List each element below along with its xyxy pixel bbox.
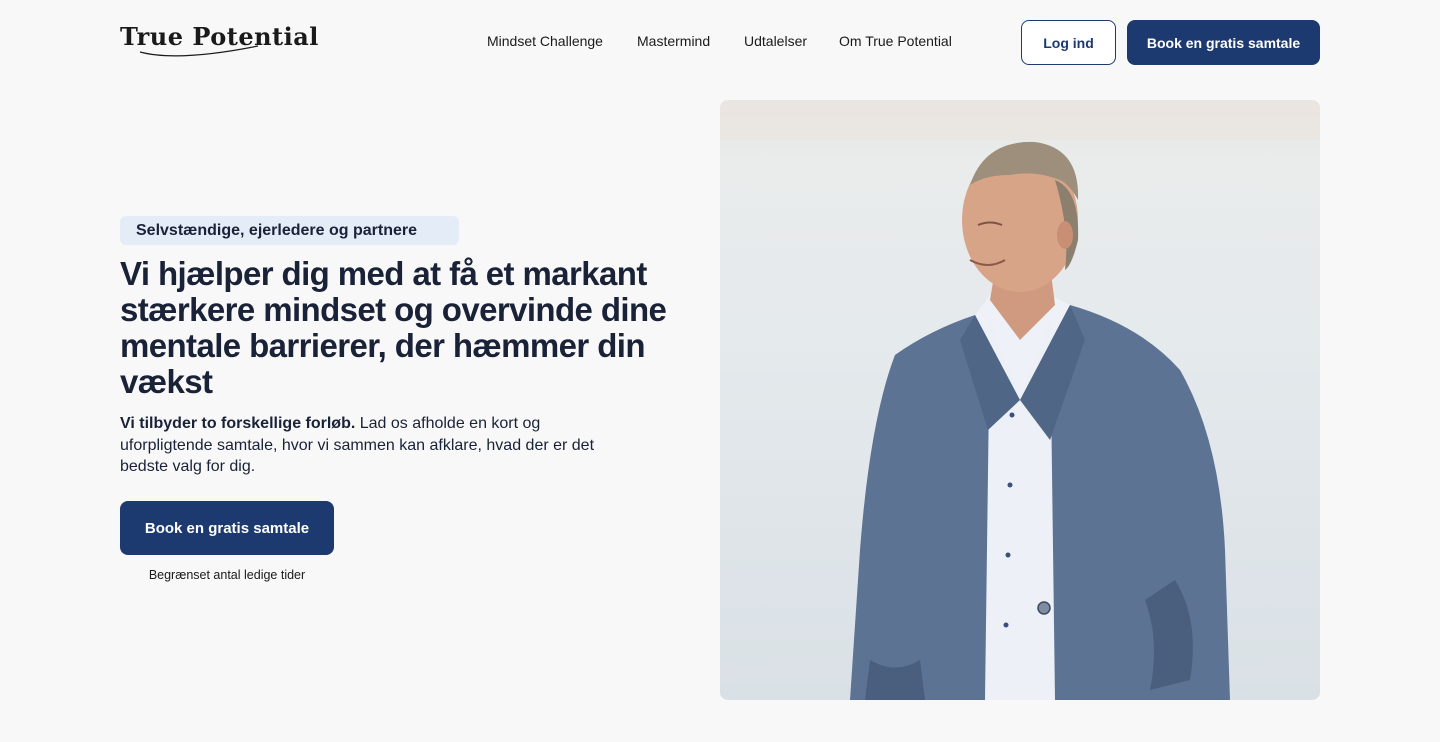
nav-om-true-potential[interactable]: Om True Potential	[839, 33, 952, 53]
header-book-button[interactable]: Book en gratis samtale	[1127, 20, 1320, 65]
true-potential-logo[interactable]: True Potential	[120, 22, 318, 62]
nav-udtalelser[interactable]: Udtalelser	[744, 33, 807, 53]
hero-portrait-photo	[720, 100, 1320, 700]
site-header: True Potential Mindset Challenge Masterm…	[0, 0, 1440, 84]
logo-swoosh-icon	[139, 45, 259, 57]
hero-headline: Vi hjælper dig med at få et markant stær…	[120, 256, 680, 400]
login-button[interactable]: Log ind	[1021, 20, 1116, 65]
portrait-illustration	[720, 100, 1320, 700]
lead-bold: Vi tilbyder to forskellige forløb.	[120, 415, 356, 432]
audience-badge: Selvstændige, ejerledere og partnere	[120, 216, 459, 245]
availability-note: Begrænset antal ledige tider	[148, 568, 306, 582]
nav-mindset-challenge[interactable]: Mindset Challenge	[487, 33, 603, 53]
hero-lead: Vi tilbyder to forskellige forløb. Lad o…	[120, 413, 600, 478]
hero-book-button[interactable]: Book en gratis samtale	[120, 501, 334, 555]
nav-mastermind[interactable]: Mastermind	[637, 33, 710, 53]
